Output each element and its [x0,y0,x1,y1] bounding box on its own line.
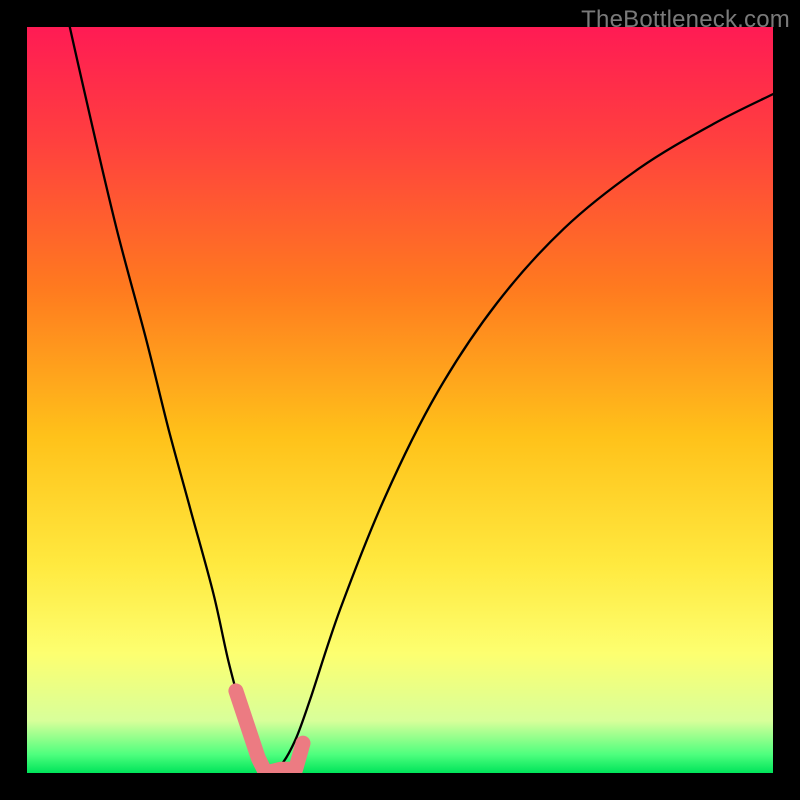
plot-background [27,27,773,773]
watermark-text: TheBottleneck.com [581,6,790,34]
bottleneck-chart-svg [0,0,800,800]
chart-container: TheBottleneck.com [0,0,800,800]
